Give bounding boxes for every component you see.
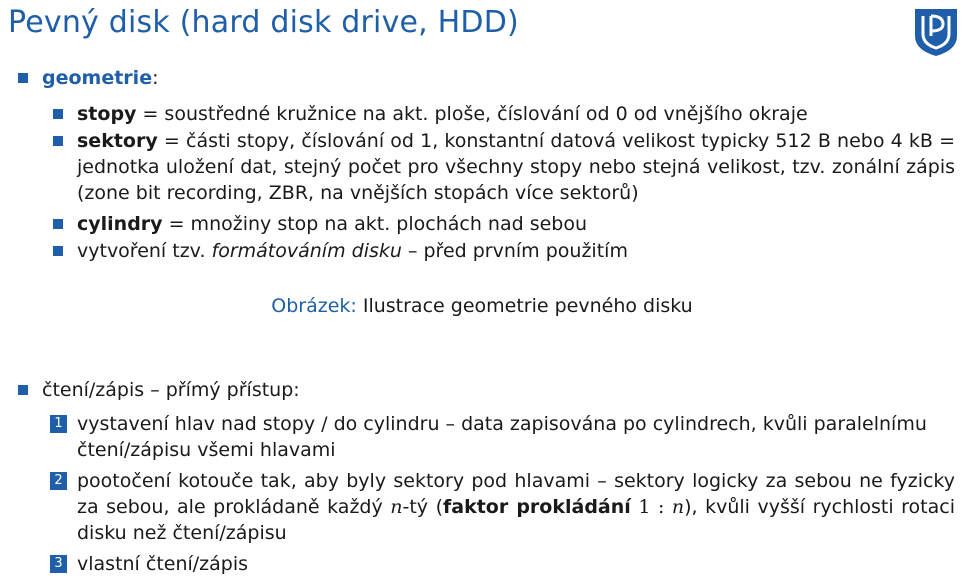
figure-caption-text: Ilustrace geometrie pevného disku [356,295,693,317]
figure-caption: Obrázek: Ilustrace geometrie pevného dis… [0,295,964,317]
bullet-square-icon [53,136,63,146]
university-shield-logo [915,9,957,56]
figure-caption-label: Obrázek: [271,295,357,317]
geometry-heading: geometrie: [42,67,159,89]
bullet-square-icon [53,109,63,119]
access-step-2: 2 pootočení kotouče tak, aby byly sektor… [50,468,955,546]
geometry-item-sektory: sektory = části stopy, číslování od 1, k… [50,128,955,206]
bullet-square-icon [18,73,28,83]
geometry-item-formatovani: vytvoření tzv. formátováním disku – před… [50,238,955,264]
geometry-item-stopy: stopy = soustředné kružnice na akt. ploš… [50,101,955,127]
term-formatovani: formátováním disku [211,240,402,262]
term-stopy: stopy [77,103,137,125]
step-number-badge: 2 [50,472,67,490]
access-step-3-text: vlastní čtení/zápis [77,553,249,575]
access-step-3: 3 vlastní čtení/zápis [50,551,955,577]
access-step-1-text: vystavení hlav nad stopy / do cylindru –… [77,413,927,461]
access-heading: čtení/zápis – přímý přístup: [42,379,300,401]
definition-sektory: = části stopy, číslování od 1, konstantn… [77,130,955,204]
page-title: Pevný disk (hard disk drive, HDD) [8,5,519,40]
bullet-square-icon [53,246,63,256]
access-bullet: čtení/zápis – přímý přístup: [14,377,300,403]
geometry-bullet: geometrie: [14,65,158,91]
definition-stopy: = soustředné kružnice na akt. ploše, čís… [136,103,808,125]
bullet-square-icon [18,385,28,395]
access-step-1: 1 vystavení hlav nad stopy / do cylindru… [50,411,955,463]
step-number-badge: 3 [50,555,67,573]
term-sektory: sektory [77,130,158,152]
term-cylindry: cylindry [77,213,163,235]
definition-cylindry: = množiny stop na akt. plochách nad sebo… [162,213,588,235]
bullet-square-icon [53,219,63,229]
step-number-badge: 1 [50,415,67,433]
term-faktor-prokladani: faktor prokládání [443,496,631,518]
geometry-item-cylindry: cylindry = množiny stop na akt. plochách… [50,211,955,237]
